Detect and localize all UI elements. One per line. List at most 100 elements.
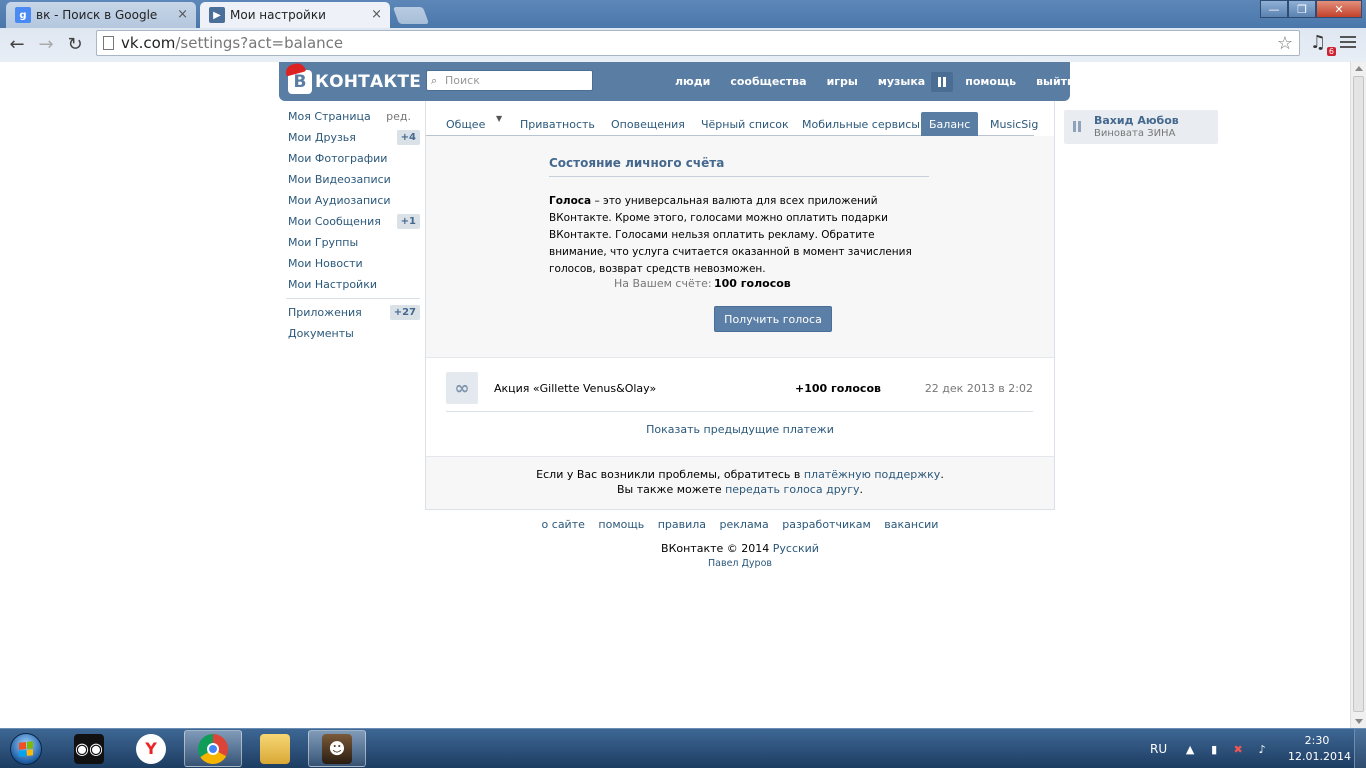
footer-jobs[interactable]: вакансии: [884, 518, 938, 531]
tab-strip: g вк - Поиск в Google × ▶ Мои настройки …: [0, 0, 1366, 28]
browser-tab-settings[interactable]: ▶ Мои настройки ×: [200, 2, 390, 28]
show-hidden-icons-icon[interactable]: ▲: [1183, 742, 1197, 756]
battery-icon[interactable]: ✖: [1231, 742, 1245, 756]
promo-icon: ∞: [446, 372, 478, 404]
language-link[interactable]: Русский: [773, 542, 819, 555]
balance-description: Голоса – это универсальная валюта для вс…: [549, 195, 912, 275]
system-clock[interactable]: 2:30 12.01.2014: [1288, 733, 1351, 765]
menu-item-apps[interactable]: Приложения +27: [282, 302, 420, 323]
nav-communities[interactable]: сообщества: [720, 75, 816, 88]
taskbar-app-game[interactable]: ☻: [308, 730, 366, 767]
footer-help[interactable]: помощь: [598, 518, 644, 531]
count-badge[interactable]: +4: [396, 130, 420, 145]
tab-balance[interactable]: Баланс: [921, 112, 979, 136]
menu-divider: [286, 298, 420, 299]
browser-toolbar: ← → ↻ vk.com/settings?act=balance ☆: [0, 28, 1366, 62]
tab-blacklist[interactable]: Чёрный список: [693, 112, 797, 136]
tab-notifications[interactable]: Оповещения: [603, 112, 693, 136]
menu-item-messages[interactable]: Мои Сообщения +1: [282, 211, 420, 232]
taskbar-app-explorer[interactable]: [246, 730, 304, 767]
vertical-scrollbar[interactable]: [1350, 62, 1366, 728]
language-indicator[interactable]: RU: [1150, 742, 1167, 756]
scroll-thumb[interactable]: [1353, 76, 1364, 712]
network-signal-icon[interactable]: ▮: [1207, 742, 1221, 756]
count-badge[interactable]: +27: [389, 305, 420, 320]
nav-help[interactable]: помощь: [955, 75, 1026, 88]
history-row: ∞ Акция «Gillette Venus&Olay» +100 голос…: [446, 370, 1033, 412]
vk-header: В КОНТАКТЕ ⌕ Поиск люди сообщества игры …: [279, 62, 1075, 101]
tab-privacy[interactable]: Приватность: [512, 112, 603, 136]
chrome-icon: [198, 733, 228, 764]
count-badge[interactable]: +1: [396, 214, 420, 229]
nav-logout[interactable]: выйти: [1026, 75, 1085, 88]
show-desktop-button[interactable]: [1354, 729, 1366, 768]
close-icon[interactable]: ×: [371, 7, 382, 22]
close-window-button[interactable]: ✕: [1316, 0, 1362, 18]
menu-item-my-page[interactable]: Моя Страница ред.: [282, 106, 420, 127]
system-tray: RU ▲ ▮ ✖ ♪: [1150, 729, 1279, 768]
dropdown-arrow-icon[interactable]: ▼: [496, 114, 502, 123]
nav-music[interactable]: музыка: [868, 75, 935, 88]
new-tab-button[interactable]: [392, 7, 430, 24]
audio-player-widget[interactable]: Вахид Аюбов Виновата ЗИНА: [1064, 110, 1218, 144]
transfer-votes-link[interactable]: передать голоса другу: [725, 483, 859, 496]
page-viewport: В КОНТАКТЕ ⌕ Поиск люди сообщества игры …: [0, 62, 1350, 728]
close-icon[interactable]: ×: [177, 7, 188, 22]
yandex-browser-icon: Y: [136, 733, 166, 764]
minimize-button[interactable]: —: [1260, 0, 1288, 18]
footer-author[interactable]: Павел Дуров: [425, 558, 1055, 569]
footer-developers[interactable]: разработчикам: [782, 518, 871, 531]
owl-eyes-icon: ◉◉: [74, 733, 104, 764]
address-bar[interactable]: vk.com/settings?act=balance ☆: [96, 30, 1300, 56]
tab-mobile[interactable]: Мобильные сервисы: [794, 112, 928, 136]
bookmark-star-icon[interactable]: ☆: [1277, 33, 1293, 54]
balance-title: Состояние личного счёта: [549, 156, 929, 177]
menu-item-settings[interactable]: Мои Настройки: [282, 274, 420, 295]
menu-item-videos[interactable]: Мои Видеозаписи: [282, 169, 420, 190]
taskbar-app-yandex[interactable]: Y: [122, 730, 180, 767]
footer-rules[interactable]: правила: [658, 518, 706, 531]
browser-tab-google[interactable]: g вк - Поиск в Google ×: [6, 2, 196, 28]
settings-tabs: Общее ▼ Приватность Оповещения Чёрный сп…: [426, 101, 1038, 136]
scroll-up-icon[interactable]: [1355, 66, 1363, 71]
reload-button[interactable]: ↻: [63, 32, 87, 56]
balance-section: Состояние личного счёта Голоса – это уни…: [426, 136, 1054, 358]
google-icon: g: [15, 7, 31, 23]
forward-button[interactable]: →: [34, 32, 58, 56]
extension-icon[interactable]: ♫ 6: [1310, 32, 1336, 56]
tab-musicsig[interactable]: MusicSig: [982, 112, 1046, 136]
search-input[interactable]: ⌕ Поиск: [426, 70, 593, 91]
maximize-button[interactable]: ❐: [1288, 0, 1316, 18]
show-previous-link[interactable]: Показать предыдущие платежи: [426, 423, 1054, 436]
menu-item-photos[interactable]: Мои Фотографии: [282, 148, 420, 169]
pause-icon[interactable]: [1073, 121, 1083, 135]
vk-logo[interactable]: В КОНТАКТЕ: [288, 67, 421, 97]
payment-support-link[interactable]: платёжную поддержку: [804, 468, 940, 481]
start-button[interactable]: [4, 731, 48, 767]
get-votes-button[interactable]: Получить голоса: [714, 306, 832, 332]
browser-menu-icon[interactable]: [1340, 36, 1356, 50]
menu-item-audio[interactable]: Мои Аудиозаписи: [282, 190, 420, 211]
account-balance: На Вашем счёте: 100 голосов: [614, 277, 791, 290]
settings-content: Общее ▼ Приватность Оповещения Чёрный сп…: [425, 101, 1055, 510]
pause-icon[interactable]: [931, 71, 954, 92]
footer-ads[interactable]: реклама: [720, 518, 769, 531]
volume-icon[interactable]: ♪: [1255, 742, 1269, 756]
nav-people[interactable]: люди: [665, 75, 720, 88]
nav-games[interactable]: игры: [817, 75, 868, 88]
edit-link[interactable]: ред.: [386, 110, 420, 123]
back-button[interactable]: ←: [5, 32, 29, 56]
footer-about[interactable]: о сайте: [542, 518, 585, 531]
menu-item-groups[interactable]: Мои Группы: [282, 232, 420, 253]
left-menu: Моя Страница ред. Мои Друзья +4 Мои Фотогр…: [282, 106, 420, 344]
menu-item-friends[interactable]: Мои Друзья +4: [282, 127, 420, 148]
menu-item-documents[interactable]: Документы: [282, 323, 420, 344]
taskbar-app-chrome[interactable]: [184, 730, 242, 767]
tab-general[interactable]: Общее: [438, 112, 493, 136]
scroll-down-icon[interactable]: [1355, 719, 1363, 724]
browser-chrome: g вк - Поиск в Google × ▶ Мои настройки …: [0, 0, 1366, 62]
taskbar-app-owl[interactable]: ◉◉: [60, 730, 118, 767]
menu-item-news[interactable]: Мои Новости: [282, 253, 420, 274]
payment-history: ∞ Акция «Gillette Venus&Olay» +100 голос…: [426, 358, 1054, 456]
page-icon: [103, 36, 114, 50]
